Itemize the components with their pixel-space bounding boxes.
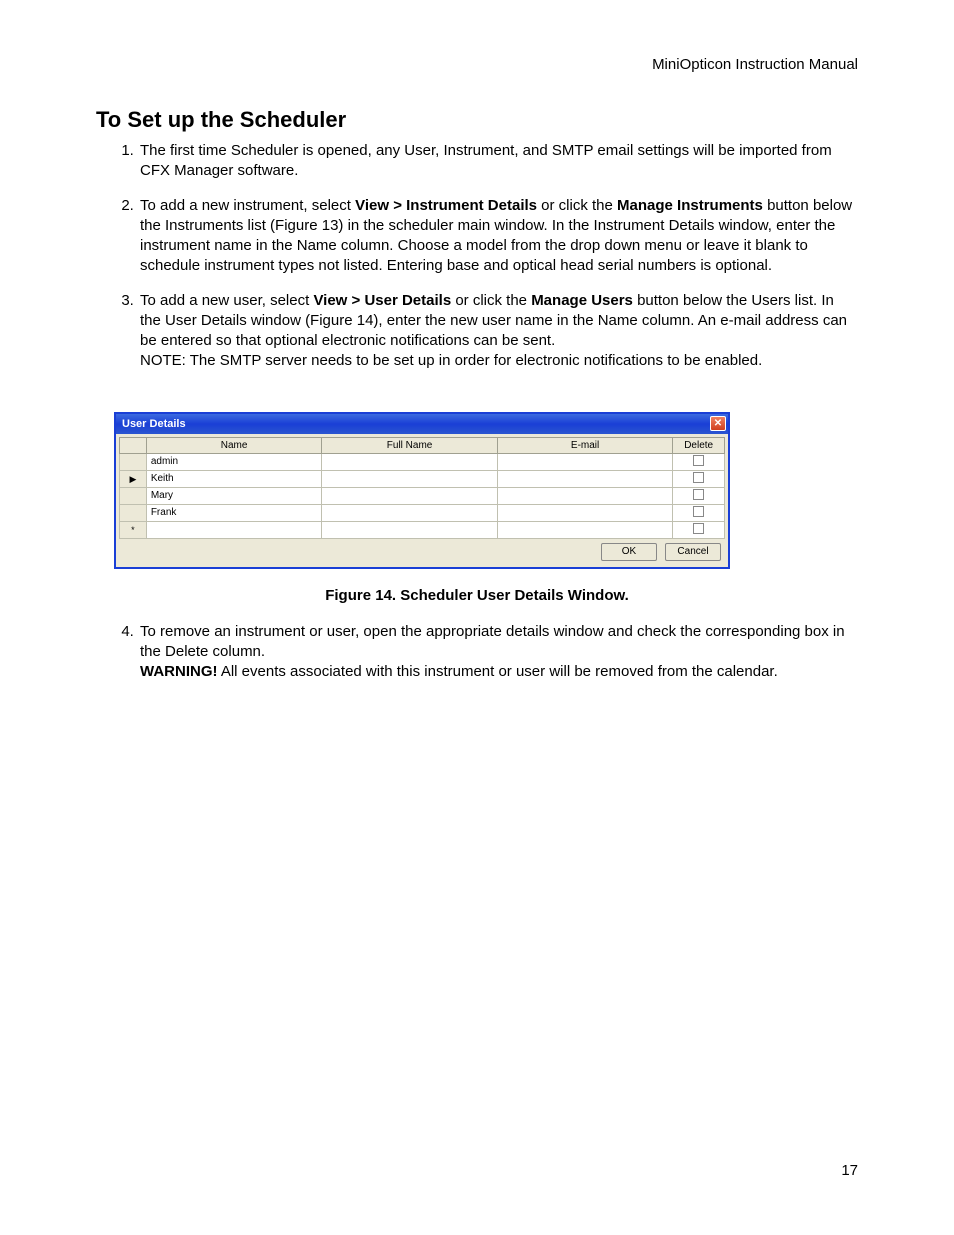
table-row[interactable]: admin xyxy=(120,453,725,470)
button-ref: Manage Instruments xyxy=(617,197,763,214)
cell-fullname[interactable] xyxy=(322,470,498,487)
document-header: MiniOpticon Instruction Manual xyxy=(96,56,858,73)
col-marker xyxy=(120,437,147,453)
checkbox-icon[interactable] xyxy=(693,455,704,466)
col-name[interactable]: Name xyxy=(146,437,322,453)
cell-fullname[interactable] xyxy=(322,521,498,538)
cancel-button[interactable]: Cancel xyxy=(665,543,721,561)
cell-delete[interactable] xyxy=(673,453,725,470)
table-row[interactable]: Frank xyxy=(120,504,725,521)
step-text: or click the xyxy=(451,292,531,309)
checkbox-icon[interactable] xyxy=(693,523,704,534)
steps-list: The first time Scheduler is opened, any … xyxy=(96,141,858,372)
step-text: To remove an instrument or user, open th… xyxy=(140,623,845,660)
col-delete[interactable]: Delete xyxy=(673,437,725,453)
step-text: or click the xyxy=(537,197,617,214)
steps-list-cont: To remove an instrument or user, open th… xyxy=(96,622,858,683)
cell-email[interactable] xyxy=(497,521,673,538)
table-row[interactable]: ▶ Keith xyxy=(120,470,725,487)
step-4: To remove an instrument or user, open th… xyxy=(138,622,858,683)
user-grid: Name Full Name E-mail Delete admin xyxy=(119,437,725,539)
checkbox-icon[interactable] xyxy=(693,472,704,483)
warning-text: All events associated with this instrume… xyxy=(218,663,778,680)
checkbox-icon[interactable] xyxy=(693,506,704,517)
cell-name[interactable]: Keith xyxy=(146,470,322,487)
dialog-titlebar: User Details ✕ xyxy=(116,414,728,434)
step-text: To add a new instrument, select xyxy=(140,197,355,214)
cell-fullname[interactable] xyxy=(322,453,498,470)
cell-delete[interactable] xyxy=(673,487,725,504)
button-ref: Manage Users xyxy=(531,292,633,309)
user-details-dialog: User Details ✕ Name Full Name E-mail Del… xyxy=(114,412,730,569)
cell-fullname[interactable] xyxy=(322,504,498,521)
figure-user-details: User Details ✕ Name Full Name E-mail Del… xyxy=(114,412,858,569)
cell-name[interactable] xyxy=(146,521,322,538)
close-button[interactable]: ✕ xyxy=(710,416,726,431)
cell-name[interactable]: Frank xyxy=(146,504,322,521)
row-marker xyxy=(120,504,147,521)
cell-fullname[interactable] xyxy=(322,487,498,504)
cell-email[interactable] xyxy=(497,504,673,521)
step-note: NOTE: The SMTP server needs to be set up… xyxy=(140,352,762,369)
step-3: To add a new user, select View > User De… xyxy=(138,291,858,372)
ok-button[interactable]: OK xyxy=(601,543,657,561)
close-icon: ✕ xyxy=(714,419,722,429)
col-fullname[interactable]: Full Name xyxy=(322,437,498,453)
cell-email[interactable] xyxy=(497,453,673,470)
step-text: To add a new user, select xyxy=(140,292,313,309)
menu-path: View > Instrument Details xyxy=(355,197,537,214)
section-title: To Set up the Scheduler xyxy=(96,107,858,133)
cell-email[interactable] xyxy=(497,487,673,504)
figure-caption: Figure 14. Scheduler User Details Window… xyxy=(96,587,858,604)
dialog-title: User Details xyxy=(122,418,186,430)
cell-delete[interactable] xyxy=(673,470,725,487)
step-1: The first time Scheduler is opened, any … xyxy=(138,141,858,182)
cell-email[interactable] xyxy=(497,470,673,487)
grid-header-row: Name Full Name E-mail Delete xyxy=(120,437,725,453)
table-row[interactable]: Mary xyxy=(120,487,725,504)
menu-path: View > User Details xyxy=(313,292,451,309)
checkbox-icon[interactable] xyxy=(693,489,704,500)
row-marker: ▶ xyxy=(120,470,147,487)
row-marker xyxy=(120,453,147,470)
row-marker xyxy=(120,487,147,504)
dialog-button-row: OK Cancel xyxy=(119,539,725,564)
step-2: To add a new instrument, select View > I… xyxy=(138,196,858,277)
table-row-new[interactable]: * xyxy=(120,521,725,538)
step-text: The first time Scheduler is opened, any … xyxy=(140,142,832,179)
row-marker: * xyxy=(120,521,147,538)
cell-name[interactable]: admin xyxy=(146,453,322,470)
cell-name[interactable]: Mary xyxy=(146,487,322,504)
page-number: 17 xyxy=(841,1162,858,1179)
col-email[interactable]: E-mail xyxy=(497,437,673,453)
cell-delete[interactable] xyxy=(673,521,725,538)
cell-delete[interactable] xyxy=(673,504,725,521)
warning-label: WARNING! xyxy=(140,663,218,680)
